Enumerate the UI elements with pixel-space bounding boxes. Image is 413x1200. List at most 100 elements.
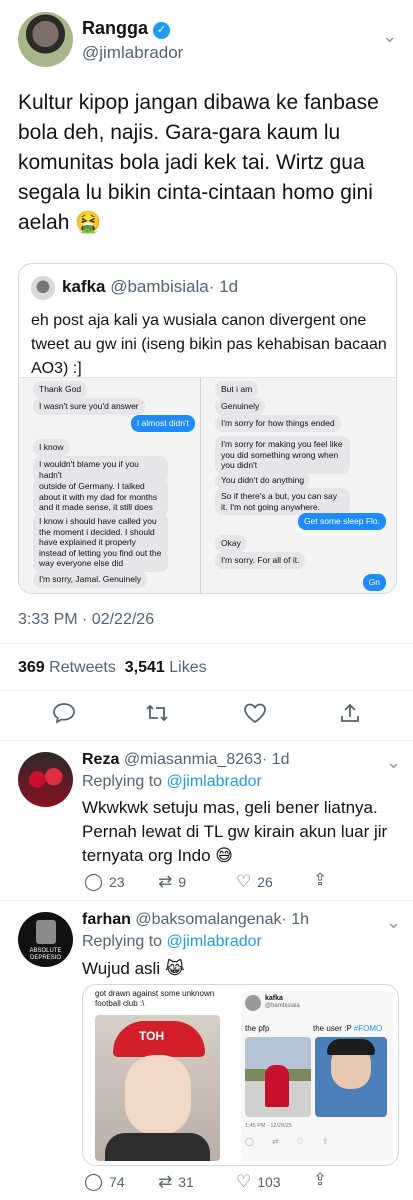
reply-icon: ◯ [84,872,104,891]
chat-bubble: Thank God [33,381,88,398]
reply-avatar[interactable]: ABSOLUTE DEPRESIO [18,912,73,967]
reply-icon: ◯ [84,1172,104,1191]
replying-to-link[interactable]: @jimlabrador [167,933,262,950]
reply-header: farhan @baksomalangenak· 1h [82,911,309,929]
share-icon: ⇪ [313,1170,328,1189]
chat-bubble: Okay [215,535,247,552]
divider [0,900,413,901]
reply-count: 23 [109,874,125,890]
reply-icon[interactable] [52,702,76,730]
inner-left-label: the pfp [245,1024,270,1033]
chat-bubble: I almost didn't [130,415,195,432]
like-heart-icon[interactable] [243,702,267,730]
share-icon[interactable] [339,702,361,730]
inner-name: kafka [265,995,283,1002]
author-handle[interactable]: @jimlabrador [82,43,183,63]
reply-avatar[interactable] [18,752,73,807]
hair-shape [327,1039,375,1055]
reply-retweet-button[interactable]: ⇄ 31 [158,1172,194,1192]
reply-share-button[interactable]: ⇪ [313,870,333,890]
replying-prefix: Replying to [82,933,163,950]
inner-hashtag: #FOMO [353,1024,383,1033]
media-photo-left: TOH [95,1015,220,1161]
reply-name[interactable]: farhan [82,911,131,928]
author-avatar[interactable] [18,12,73,67]
chat-bubble: I'm sorry, Jamal. Genuinely [33,571,148,588]
chat-bubble: I know [33,439,70,456]
inner-handle: @bambisiala [265,1003,300,1009]
author-name[interactable]: Rangga ✓ [82,18,171,39]
author-name-text[interactable]: Rangga [82,18,148,38]
chat-bubble: outside of Germany. I talked about it wi… [33,478,168,516]
retweet-icon[interactable] [144,702,170,730]
retweet-count: 31 [178,1174,194,1190]
chevron-down-icon[interactable]: ⌄ [386,752,401,773]
like-count: 26 [257,874,273,890]
retweet-count: 9 [178,874,187,890]
likes-label[interactable]: Likes [169,659,206,676]
inner-action-icons: ◯⇄♡⇪ [245,1137,347,1146]
quoted-text: eh post aja kali ya wusiala canon diverg… [31,312,387,377]
quoted-media-chat-screenshot[interactable]: Thank God I wasn't sure you'd answer I alm… [19,377,396,593]
retweet-icon: ⇄ [158,872,173,891]
like-count: 103 [257,1174,281,1190]
reply-age: · 1d [261,751,290,768]
chat-bubble: Gn [362,574,386,591]
media-caption: got drawn against some unknown football … [95,989,215,1008]
reply-like-button[interactable]: ♡ 103 [236,1172,281,1192]
tweet-timestamp[interactable]: 3:33 PM · 02/22/26 [18,611,154,629]
retweet-icon: ⇄ [158,1172,173,1191]
divider [0,740,413,741]
reply-reply-button[interactable]: ◯ 23 [84,872,125,892]
chat-bubble: But i am [215,381,259,398]
inner-photo-left [245,1037,311,1117]
inner-avatar [245,995,261,1011]
reply-retweet-button[interactable]: ⇄ 9 [158,872,186,892]
quoted-avatar [31,276,55,300]
reply-handle[interactable]: @baksomalangenak [135,911,281,928]
quoted-header: kafka @bambisiala· 1d [62,277,238,297]
reply-share-button[interactable]: ⇪ [313,1170,333,1190]
inner-tweet-screenshot: kafka @bambisiala the pfp the user :P #F… [241,991,393,1161]
face-shape [125,1055,191,1135]
inner-right-label-text: the user :P [313,1024,354,1033]
reply-handle[interactable]: @miasanmia_8263 [124,751,262,768]
reply-reply-button[interactable]: ◯ 74 [84,1172,125,1192]
inner-timestamp: 1:45 PM · 12/28/25 [245,1123,292,1129]
divider [0,643,413,644]
reply-header: Reza @miasanmia_8263· 1d [82,751,289,769]
retweets-label[interactable]: Retweets [49,659,116,676]
reply-age: · 1h [281,911,310,928]
chat-bubble: You didn't do anything [215,472,311,489]
person-shape [265,1065,289,1107]
chat-bubble: I'm sorry. For all of it. [215,552,306,569]
chat-bubble: I wasn't sure you'd answer [33,398,145,415]
likes-count[interactable]: 3,541 [125,659,165,676]
quoted-handle: @bambisiala [110,277,209,296]
reply-media-image[interactable]: got drawn against some unknown football … [82,984,399,1166]
shirt-shape [105,1133,210,1161]
quoted-age: · 1d [208,277,239,296]
reply-name[interactable]: Reza [82,751,119,768]
crest-shape [36,920,56,944]
reply-text: Wujud asli 😹 [82,959,185,978]
reply-like-button[interactable]: ♡ 26 [236,872,273,892]
divider [0,690,413,691]
media-divider [200,378,201,593]
quoted-name: kafka [62,277,106,296]
chevron-down-icon[interactable]: ⌄ [386,912,401,933]
reply-text: Wkwkwk setuju mas, geli bener liatnya. P… [82,798,388,865]
share-icon: ⇪ [313,870,328,889]
verified-badge-icon: ✓ [153,22,171,39]
quoted-tweet[interactable]: kafka @bambisiala· 1d eh post aja kali y… [18,263,397,594]
tweet-stats: 369 Retweets 3,541 Likes [18,659,207,677]
avatar-caption: ABSOLUTE DEPRESIO [29,948,62,961]
chevron-down-icon[interactable]: ⌄ [382,26,397,47]
cap-text: TOH [139,1029,165,1043]
replying-to: Replying to @jimlabrador [82,933,262,951]
retweets-count[interactable]: 369 [18,659,45,676]
like-heart-icon: ♡ [236,1172,252,1191]
chat-bubble: I'm sorry for how things ended [215,415,341,432]
chat-bubble: So if there's a but, you can say it. I'm… [215,488,350,515]
replying-to-link[interactable]: @jimlabrador [167,773,262,790]
